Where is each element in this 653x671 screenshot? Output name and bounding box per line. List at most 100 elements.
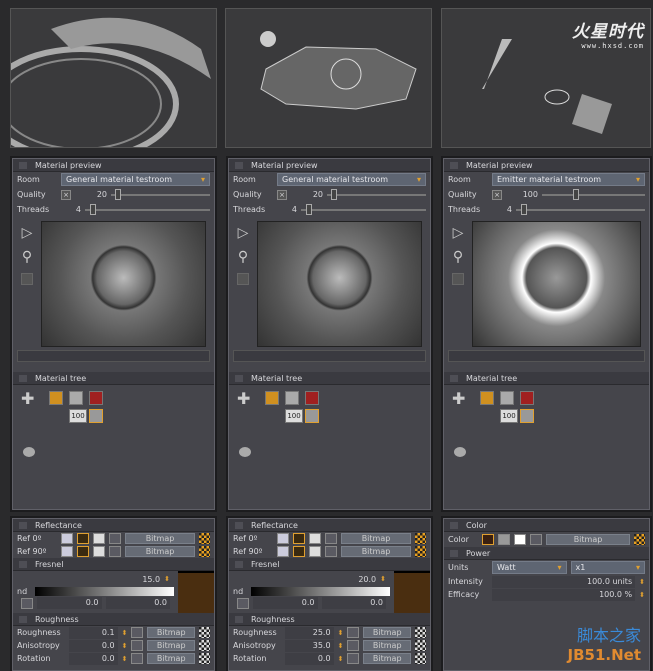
- row-value[interactable]: 0.0: [69, 639, 118, 652]
- quality-checkbox[interactable]: ×: [277, 189, 287, 200]
- play-icon[interactable]: ▷: [453, 225, 464, 241]
- layer-weight[interactable]: 100: [285, 409, 303, 423]
- spinner-icon[interactable]: ⬍: [380, 575, 386, 583]
- add-icon[interactable]: ✚: [237, 389, 250, 408]
- bitmap-button[interactable]: Bitmap: [363, 653, 411, 664]
- nd-value[interactable]: 20.0: [358, 575, 376, 584]
- slider-handle[interactable]: [572, 188, 579, 200]
- viewport-3[interactable]: 火星时代 www.hxsd.com: [441, 8, 651, 148]
- color-swatch[interactable]: [61, 546, 73, 557]
- map-toggle[interactable]: [109, 533, 121, 544]
- checker-node[interactable]: [49, 391, 63, 405]
- magnifier-icon[interactable]: ⚲: [238, 249, 248, 265]
- map-toggle[interactable]: [347, 653, 360, 664]
- spinner-icon[interactable]: ⬍: [122, 655, 128, 663]
- color-swatch[interactable]: [93, 533, 105, 544]
- quality-slider[interactable]: [542, 188, 645, 200]
- layer-weight[interactable]: 100: [69, 409, 87, 423]
- square-icon[interactable]: [237, 273, 249, 285]
- quality-slider[interactable]: [111, 188, 210, 200]
- color-swatch[interactable]: [514, 534, 526, 545]
- row-value[interactable]: 0.0: [285, 652, 334, 665]
- map-toggle[interactable]: [347, 627, 360, 638]
- color-picker[interactable]: [77, 546, 89, 557]
- play-icon[interactable]: ▷: [238, 225, 249, 241]
- add-icon[interactable]: ✚: [452, 389, 465, 408]
- spinner-icon[interactable]: ⬍: [338, 642, 344, 650]
- preview-scrollbar[interactable]: [17, 350, 210, 362]
- play-icon[interactable]: ▷: [22, 225, 33, 241]
- slider-handle[interactable]: [521, 203, 528, 215]
- layer-weight[interactable]: 100: [500, 409, 518, 423]
- threads-value[interactable]: 4: [492, 205, 512, 214]
- spinner-icon[interactable]: ⬍: [639, 578, 645, 586]
- layers-icon[interactable]: [454, 447, 466, 457]
- bitmap-button[interactable]: Bitmap: [363, 627, 411, 638]
- spinner-icon[interactable]: ⬍: [338, 629, 344, 637]
- sphere-node[interactable]: [285, 391, 299, 405]
- nd-value[interactable]: 15.0: [142, 575, 160, 584]
- preview-scrollbar[interactable]: [233, 350, 426, 362]
- bitmap-button[interactable]: Bitmap: [125, 546, 195, 557]
- map-toggle[interactable]: [347, 640, 360, 651]
- color-swatch[interactable]: [277, 533, 289, 544]
- threads-value[interactable]: 4: [277, 205, 297, 214]
- map-toggle[interactable]: [131, 640, 144, 651]
- bitmap-button[interactable]: Bitmap: [546, 534, 630, 545]
- range-toggle[interactable]: [21, 597, 33, 609]
- checker-node[interactable]: [265, 391, 279, 405]
- threads-slider[interactable]: [516, 203, 645, 215]
- emitter-node[interactable]: [89, 391, 103, 405]
- quality-checkbox[interactable]: ×: [61, 189, 71, 200]
- quality-slider[interactable]: [327, 188, 426, 200]
- room-dropdown[interactable]: General material testroom: [277, 173, 426, 186]
- sphere-node[interactable]: [500, 391, 514, 405]
- range-low[interactable]: 0.0: [37, 597, 102, 609]
- spinner-icon[interactable]: ⬍: [639, 591, 645, 599]
- layers-icon[interactable]: [23, 447, 35, 457]
- threads-slider[interactable]: [301, 203, 426, 215]
- color-swatch[interactable]: [309, 546, 321, 557]
- range-high[interactable]: 0.0: [321, 597, 386, 609]
- color-picker[interactable]: [293, 546, 305, 557]
- color-picker[interactable]: [77, 533, 89, 544]
- map-toggle[interactable]: [131, 653, 144, 664]
- color-swatch[interactable]: [61, 533, 73, 544]
- slider-handle[interactable]: [306, 203, 312, 215]
- color-picker[interactable]: [482, 534, 494, 545]
- quality-value[interactable]: 20: [291, 190, 323, 199]
- viewport-2[interactable]: [225, 8, 432, 148]
- spinner-icon[interactable]: ⬍: [122, 642, 128, 650]
- quality-checkbox[interactable]: ×: [492, 189, 502, 200]
- map-toggle[interactable]: [325, 546, 337, 557]
- emitter-node[interactable]: [305, 391, 319, 405]
- checker-node[interactable]: [480, 391, 494, 405]
- bitmap-button[interactable]: Bitmap: [341, 546, 411, 557]
- row-value[interactable]: 25.0: [285, 626, 334, 639]
- row-value[interactable]: 0.0: [69, 652, 118, 665]
- units-dropdown[interactable]: Watt: [492, 561, 567, 574]
- layer-sphere-node[interactable]: [305, 409, 319, 423]
- map-toggle[interactable]: [109, 546, 121, 557]
- range-high[interactable]: 0.0: [105, 597, 170, 609]
- preview-scrollbar[interactable]: [448, 350, 645, 362]
- sphere-node[interactable]: [69, 391, 83, 405]
- efficacy-value[interactable]: 100.0 %: [492, 588, 636, 601]
- map-toggle[interactable]: [530, 534, 542, 545]
- gradient-swatch[interactable]: [498, 534, 510, 545]
- emitter-node[interactable]: [520, 391, 534, 405]
- spinner-icon[interactable]: ⬍: [338, 655, 344, 663]
- layers-icon[interactable]: [239, 447, 251, 457]
- color-swatch[interactable]: [309, 533, 321, 544]
- square-icon[interactable]: [452, 273, 464, 285]
- nd-gradient[interactable]: [35, 586, 174, 596]
- quality-value[interactable]: 100: [506, 190, 538, 199]
- row-value[interactable]: 35.0: [285, 639, 334, 652]
- spinner-icon[interactable]: ⬍: [122, 629, 128, 637]
- quality-value[interactable]: 20: [75, 190, 107, 199]
- room-dropdown[interactable]: Emitter material testroom: [492, 173, 645, 186]
- intensity-value[interactable]: 100.0 units: [492, 575, 636, 588]
- slider-handle[interactable]: [114, 188, 121, 200]
- range-low[interactable]: 0.0: [253, 597, 318, 609]
- bitmap-button[interactable]: Bitmap: [341, 533, 411, 544]
